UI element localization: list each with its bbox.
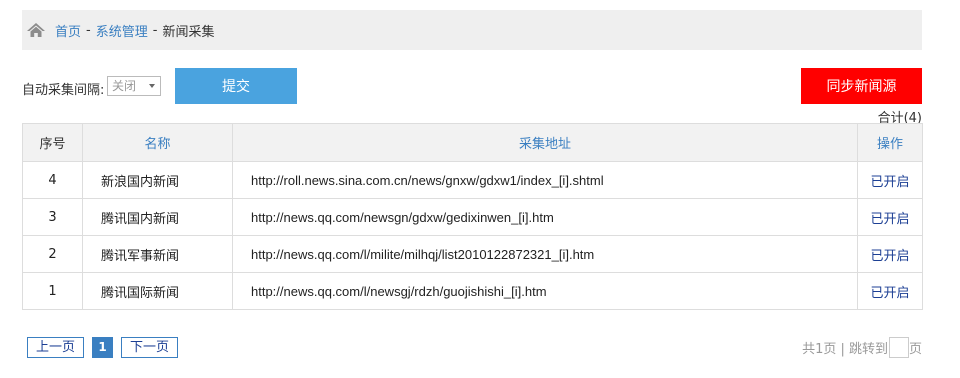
row-toggle-link[interactable]: 已开启 (870, 175, 909, 190)
interval-label: 自动采集间隔: (22, 83, 105, 98)
row-url: http://news.qq.com/l/newsgj/rdzh/guojish… (232, 272, 858, 310)
pagination: 上一页 1 下一页 (27, 337, 179, 358)
breadcrumb: 首页 - 系统管理 - 新闻采集 (22, 10, 922, 50)
breadcrumb-current: 新闻采集 (162, 24, 215, 40)
breadcrumb-system-link[interactable]: 系统管理 (96, 21, 148, 40)
page-info: 共1页 | 跳转到 页 (802, 337, 922, 358)
row-toggle-link[interactable]: 已开启 (870, 249, 909, 264)
submit-button[interactable]: 提交 (175, 68, 297, 104)
prev-page-button[interactable]: 上一页 (27, 337, 85, 358)
breadcrumb-separator: - (152, 22, 158, 38)
header-seq: 序号 (22, 123, 83, 162)
caret-down-icon (149, 84, 155, 88)
sync-news-source-button[interactable]: 同步新闻源 (801, 68, 922, 104)
row-toggle-link[interactable]: 已开启 (870, 212, 909, 227)
row-url: http://news.qq.com/l/milite/milhqj/list2… (232, 235, 858, 273)
header-action[interactable]: 操作 (857, 123, 923, 162)
page-suffix: 页 (908, 342, 922, 357)
table-row: 3 腾讯国内新闻 http://news.qq.com/newsgn/gdxw/… (22, 198, 923, 236)
table-header-row: 序号 名称 采集地址 操作 (22, 123, 923, 162)
interval-select[interactable]: 关闭 (107, 76, 161, 96)
breadcrumb-home-link[interactable]: 首页 (55, 21, 81, 40)
toolbar: 自动采集间隔: 关闭 提交 同步新闻源 (22, 68, 922, 104)
table-row: 1 腾讯国际新闻 http://news.qq.com/l/newsgj/rdz… (22, 272, 923, 310)
news-source-table: 序号 名称 采集地址 操作 4 新浪国内新闻 http://roll.news.… (22, 123, 923, 310)
row-seq: 3 (22, 198, 83, 236)
header-url[interactable]: 采集地址 (232, 123, 858, 162)
row-seq: 2 (22, 235, 83, 273)
table-row: 2 腾讯军事新闻 http://news.qq.com/l/milite/mil… (22, 235, 923, 273)
breadcrumb-separator: - (86, 22, 91, 38)
next-page-button[interactable]: 下一页 (121, 337, 179, 358)
row-url: http://news.qq.com/newsgn/gdxw/gedixinwe… (232, 198, 858, 236)
row-name: 新浪国内新闻 (82, 161, 233, 199)
home-icon[interactable] (26, 20, 46, 40)
page-total-text: 共1页 | 跳转到 (802, 342, 888, 357)
header-name[interactable]: 名称 (82, 123, 233, 162)
row-name: 腾讯军事新闻 (82, 235, 233, 273)
row-seq: 1 (22, 272, 83, 310)
row-url: http://roll.news.sina.com.cn/news/gnxw/g… (232, 161, 858, 199)
row-toggle-link[interactable]: 已开启 (870, 286, 909, 301)
current-page: 1 (92, 337, 114, 358)
page-jump-input[interactable] (888, 337, 909, 358)
row-name: 腾讯国内新闻 (82, 198, 233, 236)
row-name: 腾讯国际新闻 (82, 272, 233, 310)
row-seq: 4 (22, 161, 83, 199)
interval-select-value: 关闭 (112, 79, 137, 93)
table-row: 4 新浪国内新闻 http://roll.news.sina.com.cn/ne… (22, 161, 923, 199)
